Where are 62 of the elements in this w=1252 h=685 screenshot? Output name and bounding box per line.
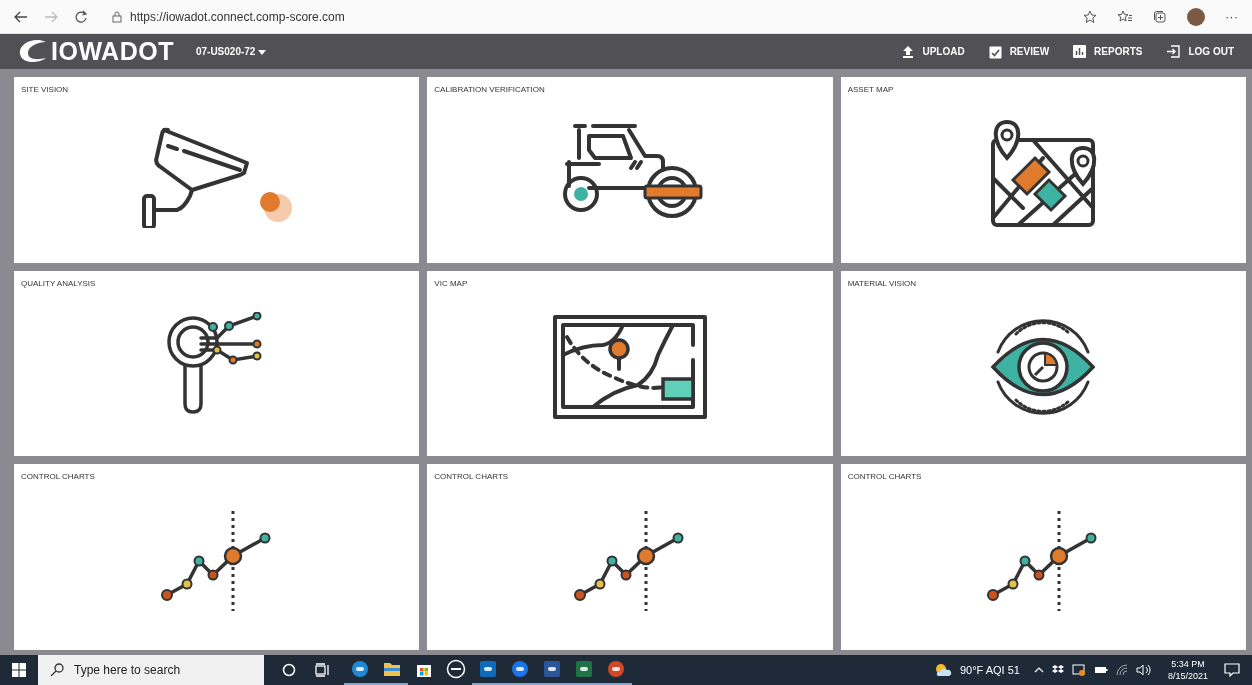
- route-map-icon: [553, 315, 707, 419]
- collections-icon[interactable]: [1153, 9, 1167, 24]
- windows-icon[interactable]: [12, 663, 26, 677]
- upload-icon: [902, 45, 915, 58]
- circle-logo-icon[interactable]: [446, 659, 466, 679]
- cortana-icon[interactable]: [282, 663, 296, 677]
- caret-icon: [258, 50, 267, 55]
- tile-card[interactable]: CONTROL CHARTS: [840, 464, 1246, 650]
- task-view-icon[interactable]: [314, 663, 330, 677]
- search-field[interactable]: Type here to search: [38, 655, 264, 685]
- weather-text[interactable]: 90°F AQI 51: [959, 664, 1020, 676]
- app-icon[interactable]: [510, 659, 530, 679]
- bar-chart-icon: [1073, 45, 1087, 58]
- clock-time[interactable]: 5:34 PM: [1171, 658, 1205, 670]
- tile-title: MATERIAL VISION: [847, 278, 917, 288]
- tile-card[interactable]: SITE VISION: [14, 77, 420, 263]
- app-icon[interactable]: [606, 659, 626, 679]
- folder-icon[interactable]: [383, 661, 401, 677]
- tile-title: SITE VISION: [21, 85, 69, 94]
- clock-date[interactable]: 8/15/2021: [1167, 670, 1208, 682]
- logout-icon: [1166, 45, 1181, 58]
- nav-button[interactable]: UPLOAD: [900, 40, 967, 63]
- speaker-icon[interactable]: [1135, 664, 1152, 676]
- logo[interactable]: IOWADOT: [16, 37, 174, 66]
- app-icon[interactable]: [542, 659, 562, 679]
- app-icon[interactable]: [574, 659, 594, 679]
- weather-icon[interactable]: [933, 663, 952, 677]
- lock-icon[interactable]: [112, 10, 122, 23]
- tile-title: CONTROL CHARTS: [847, 472, 922, 482]
- tile-card[interactable]: MATERIAL VISION: [840, 270, 1246, 457]
- nav-button[interactable]: REVIEW: [986, 40, 1052, 63]
- tile-title: CONTROL CHARTS: [434, 472, 509, 482]
- tile-card[interactable]: VIC MAP: [427, 270, 833, 457]
- tile-title: ASSET MAP: [847, 85, 894, 94]
- more-menu[interactable]: ···: [1225, 9, 1238, 24]
- project-dropdown[interactable]: 07-US020-72: [191, 42, 271, 61]
- nav-button[interactable]: REPORTS: [1071, 40, 1145, 63]
- tile-title: CALIBRATION VERIFICATION: [434, 85, 545, 94]
- profile-avatar[interactable]: [1187, 7, 1205, 26]
- wifi-icon[interactable]: [1115, 664, 1128, 676]
- address-bar[interactable]: https://iowadot.connect.comp-score.com: [130, 9, 345, 24]
- tile-card[interactable]: CONTROL CHARTS: [427, 464, 833, 650]
- nav-button[interactable]: LOG OUT: [1164, 40, 1236, 63]
- back-icon[interactable]: [14, 10, 28, 23]
- app-icon[interactable]: [350, 659, 370, 679]
- star-icon[interactable]: [1083, 9, 1097, 24]
- notification-icon[interactable]: [1224, 663, 1240, 677]
- refresh-icon[interactable]: [74, 9, 88, 24]
- display-icon[interactable]: [1071, 664, 1086, 676]
- battery-icon[interactable]: [1093, 665, 1108, 675]
- tile-card[interactable]: CALIBRATION VERIFICATION: [427, 77, 833, 263]
- tile-title: CONTROL CHARTS: [21, 472, 95, 482]
- favorites-icon[interactable]: [1117, 9, 1133, 24]
- dropbox-icon[interactable]: [1051, 664, 1064, 676]
- tile-title: VIC MAP: [434, 278, 468, 288]
- chevron-up-icon[interactable]: [1033, 666, 1044, 674]
- clipboard-check-icon: [988, 44, 1002, 59]
- app-icon[interactable]: [478, 659, 498, 679]
- tile-card[interactable]: CONTROL CHARTS: [14, 464, 420, 650]
- tile-title: QUALITY ANALYSIS: [21, 278, 96, 288]
- tile-card[interactable]: QUALITY ANALYSIS: [14, 270, 420, 457]
- tile-card[interactable]: ASSET MAP: [840, 77, 1246, 263]
